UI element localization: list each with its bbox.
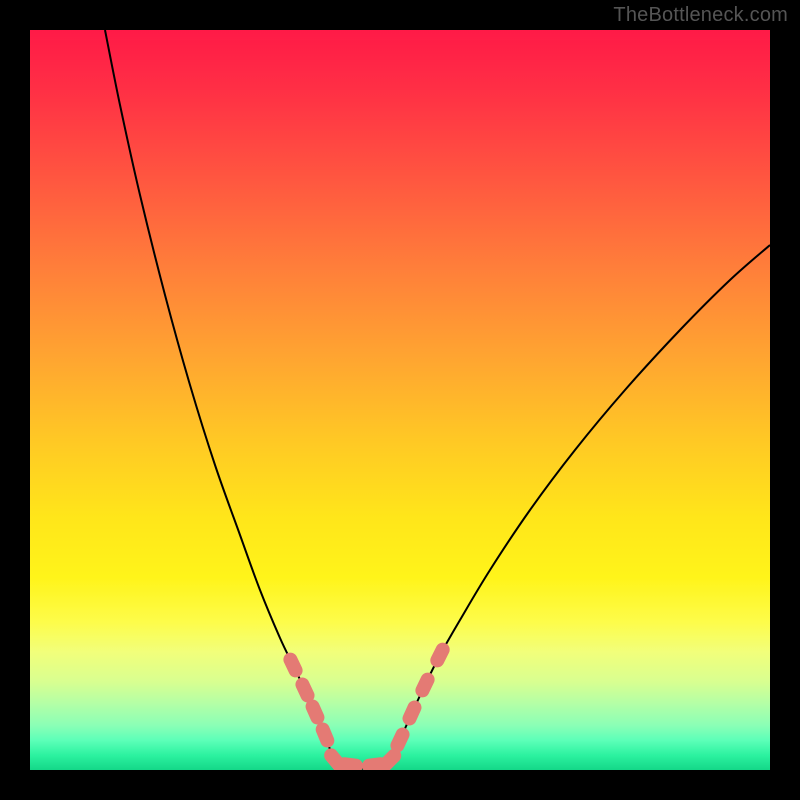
series-left-curve	[105, 30, 335, 765]
curve-layer	[30, 30, 770, 770]
marker-dot	[336, 756, 364, 770]
marker-dot	[314, 720, 337, 749]
marker-dot	[428, 640, 452, 670]
series-right-curve	[390, 245, 770, 765]
plot-area	[30, 30, 770, 770]
marker-dot	[400, 698, 424, 727]
watermark-text: TheBottleneck.com	[613, 4, 788, 27]
marker-dot	[413, 670, 437, 700]
marker-dot	[281, 650, 305, 679]
chart-frame: TheBottleneck.com	[0, 0, 800, 800]
